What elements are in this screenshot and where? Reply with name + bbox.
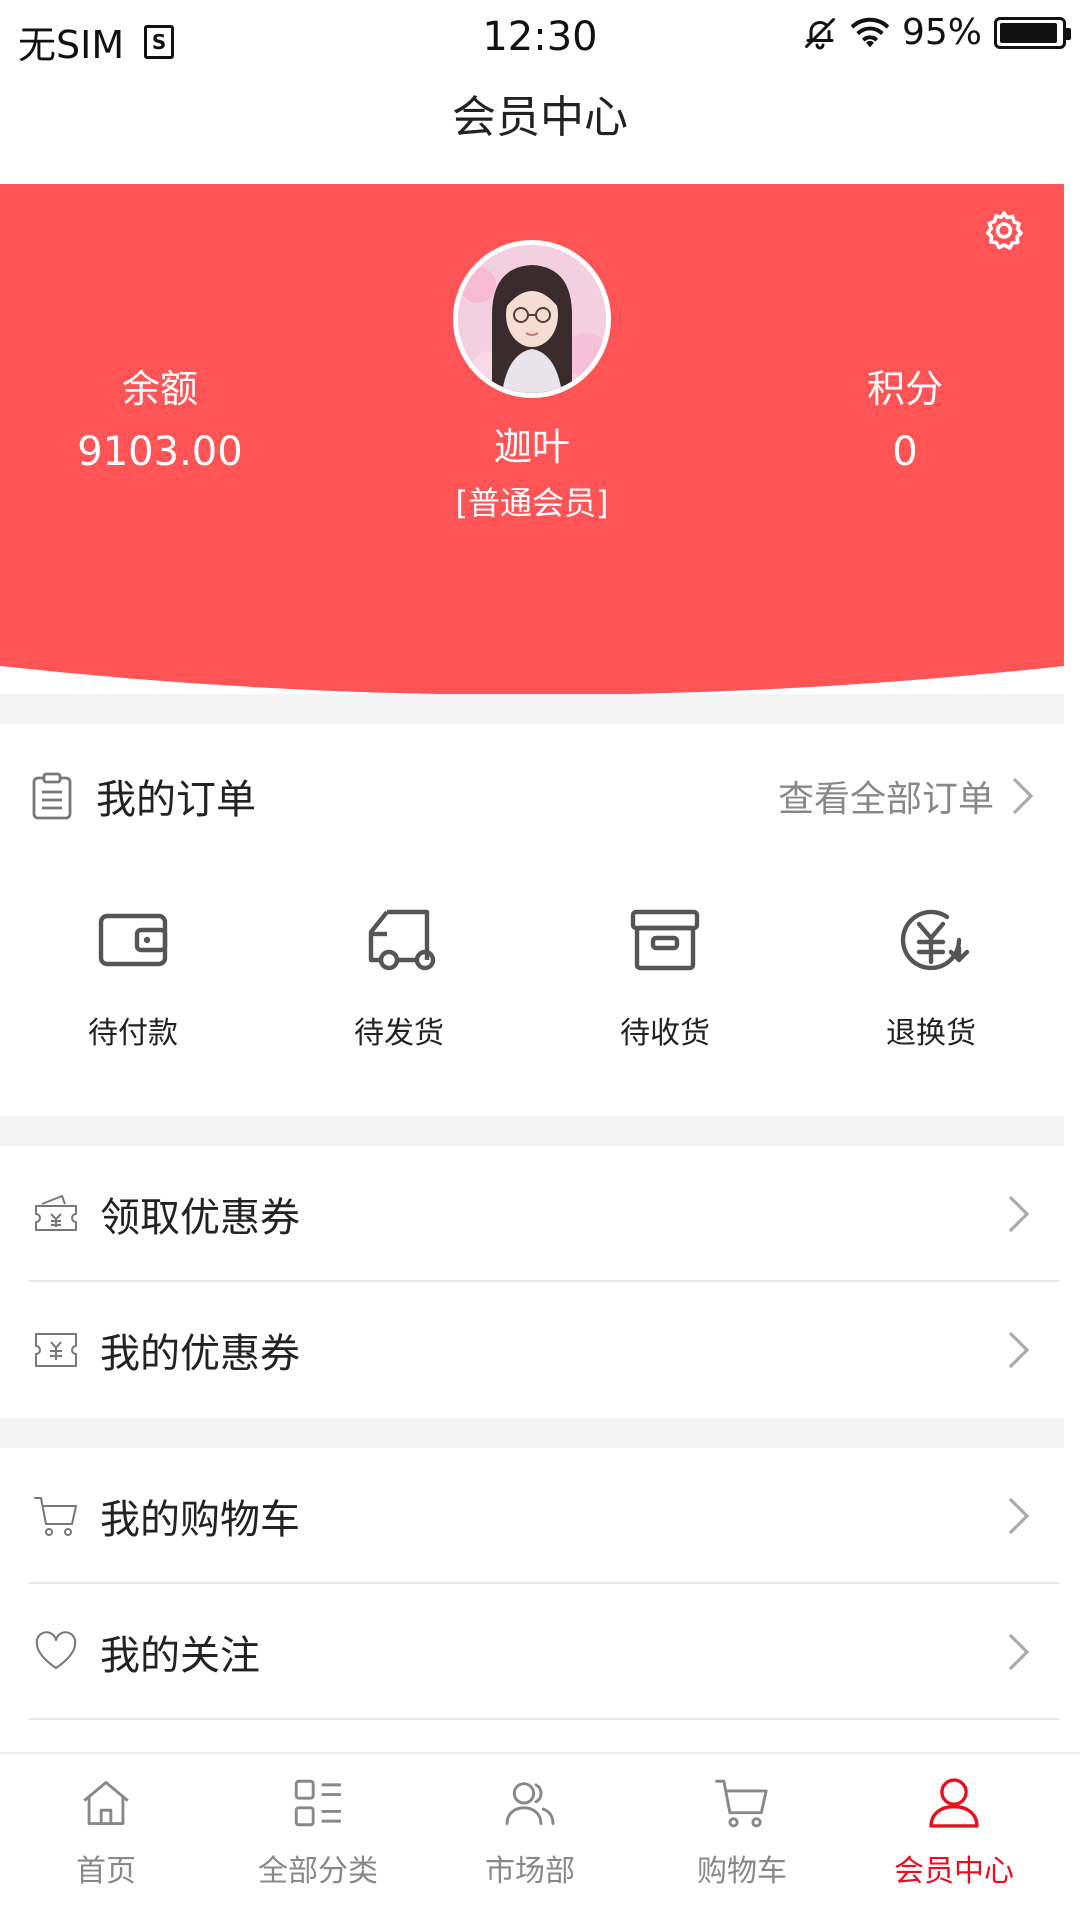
tab-label: 购物车 (697, 1854, 787, 1889)
order-status-grid: 待付款 待发货 待收货 退换货 (0, 900, 1064, 1052)
tab-cart[interactable]: 购物车 (636, 1754, 848, 1920)
order-item-label: 退换货 (886, 1016, 976, 1051)
avatar[interactable] (453, 240, 611, 398)
battery-icon (994, 16, 1071, 49)
my-coupons-row[interactable]: 我的优惠券 (0, 1282, 1064, 1418)
tab-home[interactable]: 首页 (0, 1754, 212, 1920)
member-level: [普通会员] (455, 484, 609, 522)
mute-bell-icon (804, 17, 835, 49)
box-icon (630, 909, 700, 971)
order-pending-receipt[interactable]: 待收货 (532, 900, 798, 1052)
cart-icon (34, 1497, 77, 1536)
order-pending-shipment[interactable]: 待发货 (266, 900, 532, 1052)
user-icon (929, 1778, 979, 1828)
orders-header: 我的订单 查看全部订单 (30, 766, 1034, 826)
status-bar: 无SIM S 12:30 95% (0, 0, 1080, 76)
section-divider (0, 1418, 1064, 1448)
tab-market[interactable]: 市场部 (424, 1754, 636, 1920)
battery-fill (1000, 22, 1057, 43)
orders-section: 我的订单 查看全部订单 待付款 待发货 待收货 退换货 (0, 724, 1064, 1116)
username: 迦叶 (493, 425, 570, 469)
refund-icon (900, 909, 970, 971)
tab-label: 会员中心 (894, 1854, 1014, 1889)
people-icon (505, 1782, 555, 1825)
bottom-tab-bar: 首页 全部分类 市场部 购物车 会员中心 (0, 1752, 1080, 1920)
home-icon (83, 1781, 129, 1825)
order-item-label: 待收货 (620, 1016, 710, 1051)
coupon-icon (35, 1333, 77, 1367)
section-divider (0, 694, 1064, 724)
shopping-menu: 我的购物车 我的关注 (0, 1448, 1064, 1720)
category-icon (294, 1779, 341, 1827)
avatar-image (458, 245, 606, 393)
my-favorites-row[interactable]: 我的关注 (0, 1584, 1064, 1720)
order-pending-payment[interactable]: 待付款 (0, 900, 266, 1052)
orders-title: 我的订单 (96, 777, 256, 823)
section-divider (0, 1116, 1064, 1146)
clipboard-icon (32, 772, 72, 820)
tab-member-center[interactable]: 会员中心 (848, 1754, 1060, 1920)
tab-label: 市场部 (485, 1854, 575, 1889)
order-item-label: 待付款 (88, 1016, 178, 1051)
my-favorites-label: 我的关注 (100, 1633, 260, 1679)
balance-label: 余额 (121, 367, 198, 411)
chevron-right-icon (1008, 1331, 1030, 1369)
claim-coupon-label: 领取优惠券 (100, 1195, 300, 1241)
nav-bar: 会员中心 (0, 76, 1080, 184)
chevron-right-icon (1012, 777, 1034, 815)
order-returns[interactable]: 退换货 (798, 900, 1064, 1052)
order-item-label: 待发货 (354, 1016, 444, 1051)
my-cart-row[interactable]: 我的购物车 (0, 1448, 1064, 1584)
heart-icon (35, 1631, 77, 1669)
wifi-icon (850, 17, 890, 47)
truck-icon (368, 909, 436, 971)
coupon-claim-icon (35, 1195, 77, 1231)
tab-label: 首页 (76, 1854, 136, 1889)
page-title: 会员中心 (452, 92, 628, 143)
settings-gear-icon[interactable] (980, 208, 1028, 256)
wallet-icon (98, 913, 168, 967)
my-coupons-label: 我的优惠券 (100, 1331, 300, 1377)
profile-header: 余额 9103.00 积分 0 迦叶 [普通会员] (0, 184, 1064, 696)
battery-percent: 95% (901, 12, 982, 53)
chevron-right-icon (1008, 1497, 1030, 1535)
claim-coupon-row[interactable]: 领取优惠券 (0, 1146, 1064, 1282)
tab-label: 全部分类 (258, 1854, 378, 1889)
my-cart-label: 我的购物车 (100, 1497, 300, 1543)
chevron-right-icon (1008, 1633, 1030, 1671)
tab-categories[interactable]: 全部分类 (212, 1754, 424, 1920)
chevron-right-icon (1008, 1195, 1030, 1233)
view-all-orders-label: 查看全部订单 (777, 779, 994, 820)
points-label: 积分 (866, 367, 943, 411)
status-right: 95% (802, 12, 1071, 53)
view-all-orders-link[interactable]: 查看全部订单 (778, 770, 1034, 822)
coupon-menu: 领取优惠券 我的优惠券 (0, 1146, 1064, 1418)
cart-icon (715, 1779, 768, 1828)
